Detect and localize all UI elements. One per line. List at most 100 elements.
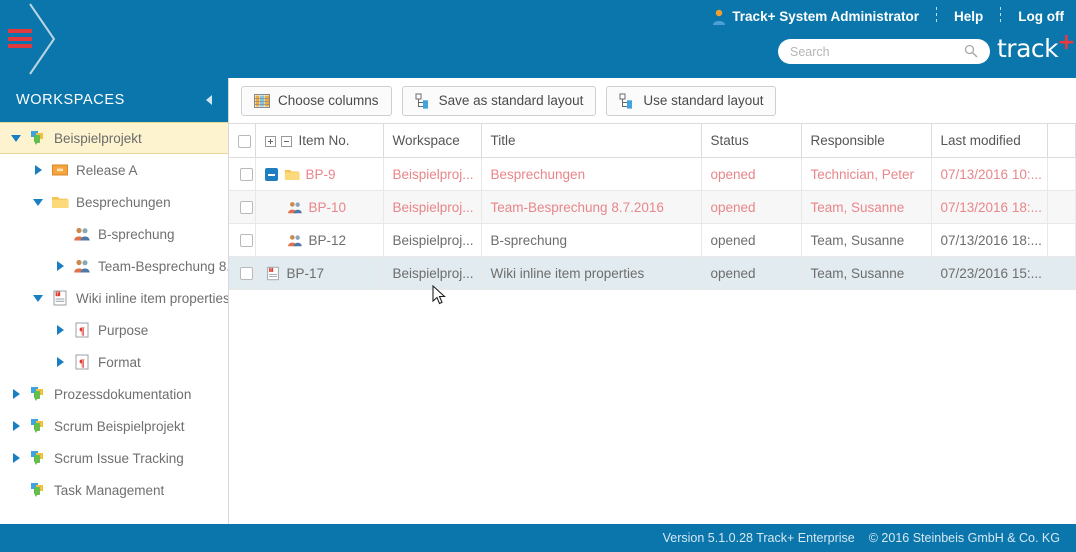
select-all-checkbox[interactable] (238, 134, 251, 148)
row-collapse-icon[interactable] (264, 167, 278, 181)
twisty-right-icon[interactable] (54, 323, 68, 337)
cell-spacer (1047, 223, 1076, 257)
row-checkbox[interactable] (239, 267, 253, 281)
table-row[interactable]: BP-9 Beispielproj... Besprechungen opened Te… (229, 157, 1076, 191)
sidebar-item-label: Team-Besprechung 8.7.2016 (98, 258, 228, 274)
sidebar-item-wiki-inline-item-properties[interactable]: T Wiki inline item properties ... (0, 282, 228, 314)
project-icon (31, 387, 43, 401)
row-select-cell (229, 190, 256, 224)
save-standard-layout-label: Save as standard layout (438, 93, 584, 108)
sidebar-item-scrum-issue-tracking[interactable]: Scrum Issue Tracking (0, 442, 228, 474)
table-row[interactable]: T BP-17 Beispielproj... Wiki inline item pr… (229, 256, 1076, 290)
column-header-title[interactable]: Title (481, 123, 702, 158)
search-icon[interactable] (964, 44, 978, 58)
svg-text:¶: ¶ (79, 357, 85, 369)
sidebar-item-label: Wiki inline item properties ... (76, 290, 228, 306)
meeting-icon (287, 201, 302, 213)
workspace-tree: Beispielprojekt Release A Besprechungen B-s… (0, 122, 228, 506)
sidebar-item-besprechungen[interactable]: Besprechungen (0, 186, 228, 218)
cell-workspace: Beispielproj... (383, 190, 482, 224)
save-standard-layout-button[interactable]: Save as standard layout (401, 85, 597, 116)
column-header-spacer (1047, 123, 1076, 158)
collapse-left-icon[interactable] (206, 95, 212, 105)
project-icon (31, 419, 43, 433)
sidebar-item-label: Besprechungen (76, 194, 171, 210)
sidebar-item-label: Beispielprojekt (54, 130, 142, 146)
cell-last-modified: 07/13/2016 18:... (931, 223, 1048, 257)
chevron-swoosh-icon (29, 3, 56, 75)
collapse-all-icon[interactable] (280, 135, 292, 147)
twisty-right-icon[interactable] (54, 355, 68, 369)
column-header-workspace[interactable]: Workspace (383, 123, 482, 158)
help-link[interactable]: Help (954, 9, 983, 24)
track-plus-logo: track+ (997, 30, 1076, 63)
search-box[interactable] (778, 39, 990, 64)
project-icon (31, 451, 43, 465)
row-checkbox[interactable] (239, 201, 253, 215)
footer-version: Version 5.1.0.28 Track+ Enterprise (662, 531, 855, 545)
column-header-last-modified[interactable]: Last modified (931, 123, 1048, 158)
twisty-down-icon[interactable] (10, 131, 24, 145)
folder-icon (284, 169, 300, 180)
cell-item-no: BP-12 (255, 223, 384, 257)
row-select-cell (229, 157, 256, 191)
logoff-link[interactable]: Log off (1018, 9, 1064, 24)
twisty-down-icon[interactable] (32, 195, 46, 209)
layout-tree-icon (415, 93, 428, 109)
sidebar-item-format[interactable]: ¶ Format (0, 346, 228, 378)
column-header-status[interactable]: Status (701, 123, 802, 158)
twisty-down-icon[interactable] (32, 291, 46, 305)
item-no-link[interactable]: BP-17 (287, 266, 325, 281)
table-row[interactable]: BP-12 Beispielproj... B-sprechung opened Tea… (229, 223, 1076, 257)
svg-text:T: T (56, 292, 59, 297)
column-header-responsible[interactable]: Responsible (801, 123, 932, 158)
search-input[interactable] (790, 41, 950, 62)
main-content: Choose columns Save as standard layout U… (229, 78, 1076, 524)
cell-spacer (1047, 190, 1076, 224)
sidebar-item-label: Prozessdokumentation (54, 386, 192, 402)
column-header-item-no[interactable]: Item No. (255, 123, 384, 158)
cell-title: Besprechungen (481, 157, 702, 191)
row-select-cell (229, 223, 256, 257)
item-no-link[interactable]: BP-12 (309, 233, 347, 248)
sidebar-item-label: B-sprechung (98, 226, 175, 242)
sidebar-item-prozessdokumentation[interactable]: Prozessdokumentation (0, 378, 228, 410)
cell-last-modified: 07/23/2016 15:... (931, 256, 1048, 290)
use-standard-layout-button[interactable]: Use standard layout (606, 85, 777, 116)
sidebar-item-purpose[interactable]: ¶ Purpose (0, 314, 228, 346)
footer-bar: Version 5.1.0.28 Track+ Enterprise © 201… (0, 524, 1076, 552)
header-user-area: Track+ System Administrator Help Log off (712, 7, 1064, 25)
header-divider-2 (1000, 7, 1002, 25)
twisty-right-icon[interactable] (10, 451, 24, 465)
sidebar-item-scrum-beispielprojekt[interactable]: Scrum Beispielprojekt (0, 410, 228, 442)
row-checkbox[interactable] (239, 168, 253, 182)
header-divider-1 (936, 7, 937, 25)
cell-status: opened (701, 157, 802, 191)
item-no-link[interactable]: BP-10 (309, 200, 347, 215)
svg-text:¶: ¶ (79, 325, 85, 337)
table-row[interactable]: BP-10 Beispielproj... Team-Besprechung 8.7… (229, 190, 1076, 224)
item-no-link[interactable]: BP-9 (306, 167, 336, 182)
sidebar-item-release-a[interactable]: Release A (0, 154, 228, 186)
sidebar-item-task-management[interactable]: Task Management (0, 474, 228, 506)
expand-all-icon[interactable] (264, 135, 276, 147)
choose-columns-button[interactable]: Choose columns (241, 85, 392, 116)
twisty-right-icon[interactable] (54, 259, 68, 273)
cell-workspace: Beispielproj... (383, 256, 482, 290)
sidebar-item-beispielprojekt[interactable]: Beispielprojekt (0, 122, 228, 154)
sidebar-item-label: Scrum Issue Tracking (54, 450, 184, 466)
cell-last-modified: 07/13/2016 10:... (931, 157, 1048, 191)
column-label-last-modified: Last modified (940, 133, 1021, 148)
cell-last-modified: 07/13/2016 18:... (931, 190, 1048, 224)
column-label-status: Status (710, 133, 749, 148)
sidebar: WORKSPACES Beispielprojekt Release A Bespr… (0, 78, 229, 524)
folder-icon (52, 197, 69, 208)
sidebar-item-b-sprechung[interactable]: B-sprechung (0, 218, 228, 250)
twisty-right-icon[interactable] (10, 419, 24, 433)
twisty-right-icon[interactable] (32, 163, 46, 177)
twisty-right-icon[interactable] (10, 387, 24, 401)
row-checkbox[interactable] (239, 234, 253, 248)
cell-responsible: Technician, Peter (801, 157, 932, 191)
sidebar-item-team-besprechung-8-7-2016[interactable]: Team-Besprechung 8.7.2016 (0, 250, 228, 282)
